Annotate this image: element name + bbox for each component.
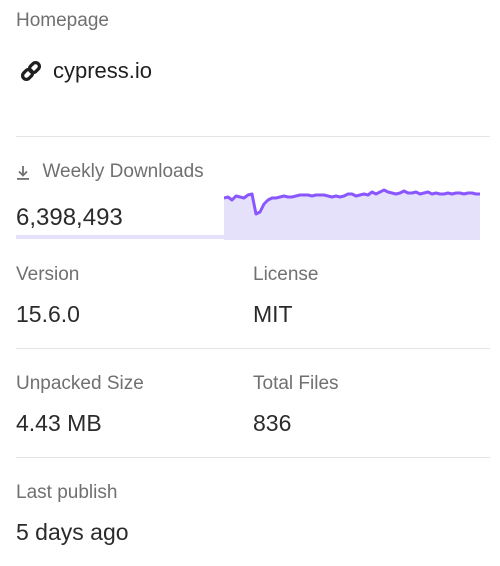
- homepage-link[interactable]: cypress.io: [18, 58, 152, 84]
- homepage-link-text[interactable]: cypress.io: [53, 58, 152, 84]
- weekly-downloads-label: Weekly Downloads: [42, 161, 204, 182]
- total-files-block: Total Files 836: [253, 374, 339, 435]
- total-files-value: 836: [253, 410, 292, 436]
- sparkline-area: [224, 190, 480, 240]
- download-icon: [16, 165, 30, 181]
- license-block: License MIT: [253, 265, 319, 326]
- version-block: Version 15.6.0: [16, 265, 80, 326]
- version-value: 15.6.0: [16, 301, 80, 327]
- total-files-label: Total Files: [253, 373, 339, 394]
- link-icon: [18, 58, 44, 84]
- unpacked-size-label: Unpacked Size: [16, 373, 144, 394]
- divider: [16, 136, 490, 137]
- divider: [16, 457, 490, 458]
- last-publish-label: Last publish: [16, 482, 118, 503]
- unpacked-size-value: 4.43 MB: [16, 410, 102, 436]
- license-label: License: [253, 264, 319, 285]
- homepage-section: Homepage: [16, 11, 490, 30]
- weekly-downloads-sparkline[interactable]: [224, 182, 480, 240]
- divider: [16, 348, 490, 349]
- weekly-downloads-count: 6,398,493: [16, 204, 123, 231]
- version-label: Version: [16, 264, 80, 285]
- unpacked-size-block: Unpacked Size 4.43 MB: [16, 374, 144, 435]
- homepage-label: Homepage: [16, 10, 109, 31]
- downloads-baseline: [16, 235, 224, 239]
- weekly-downloads-header: Weekly Downloads: [16, 162, 490, 182]
- last-publish-block: Last publish 5 days ago: [16, 483, 129, 544]
- license-value: MIT: [253, 301, 293, 327]
- last-publish-value: 5 days ago: [16, 519, 129, 545]
